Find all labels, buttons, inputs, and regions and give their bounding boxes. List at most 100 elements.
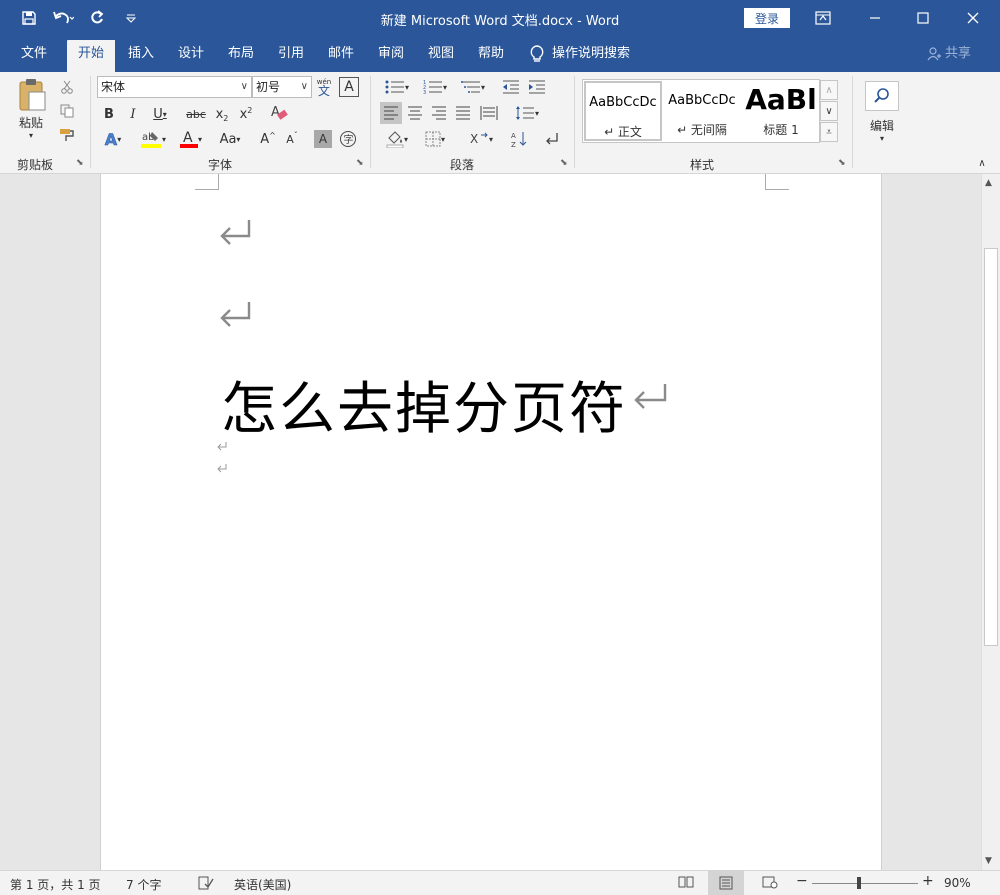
login-button[interactable]: 登录 (744, 8, 790, 28)
close-icon[interactable] (950, 0, 996, 36)
scroll-up-icon[interactable]: ▲ (985, 178, 992, 188)
show-hide-marks-icon[interactable] (540, 128, 562, 150)
lightbulb-icon (530, 45, 544, 62)
editing-label: 编辑 (869, 119, 894, 133)
phonetic-guide-button[interactable]: wén 文 (314, 76, 334, 98)
increase-indent-icon[interactable] (526, 76, 548, 98)
style-heading-1[interactable]: AaBl 标题 1 (743, 81, 819, 141)
align-left-icon[interactable] (380, 102, 402, 124)
tab-references[interactable]: 引用 (268, 40, 314, 72)
paste-button[interactable]: 粘贴 ▾ (12, 78, 50, 140)
scrollbar-thumb[interactable] (984, 248, 998, 646)
line-spacing-icon[interactable]: ▾ (510, 102, 544, 124)
tab-mailings[interactable]: 邮件 (318, 40, 364, 72)
bullets-icon[interactable]: ▾ (380, 76, 414, 98)
collapse-ribbon-icon[interactable]: ∧ (974, 156, 990, 170)
tell-me-search[interactable]: 操作说明搜索 (530, 40, 630, 68)
align-center-icon[interactable] (404, 102, 426, 124)
vertical-scrollbar[interactable]: ▲ ▼ (981, 174, 1000, 870)
shrink-font-icon[interactable]: Aˇ (282, 128, 302, 150)
distributed-icon[interactable] (478, 102, 500, 124)
tab-file[interactable]: 文件 (8, 40, 60, 72)
clipboard-launcher-icon[interactable]: ⬊ (76, 158, 86, 168)
tab-help[interactable]: 帮助 (468, 40, 514, 72)
copy-icon[interactable] (58, 102, 76, 120)
page-count[interactable]: 第 1 页，共 1 页 (10, 876, 101, 893)
subscript-icon[interactable]: x2 (212, 104, 232, 124)
tab-design[interactable]: 设计 (168, 40, 214, 72)
document-heading[interactable]: 怎么去掉分页符 (221, 364, 627, 445)
highlight-color-icon[interactable]: ab ▾ (136, 128, 170, 150)
styles-launcher-icon[interactable]: ⬊ (838, 158, 848, 168)
paragraph-mark-icon (220, 302, 251, 327)
grow-font-icon[interactable]: A ^ (258, 128, 278, 150)
multilevel-list-icon[interactable]: ▾ (456, 76, 490, 98)
tab-review[interactable]: 审阅 (368, 40, 414, 72)
paragraph-mark-icon (220, 220, 251, 245)
strikethrough-icon[interactable]: abc (184, 104, 208, 124)
phonetic-bottom: 文 (317, 84, 330, 98)
person-icon (927, 47, 941, 61)
paste-label: 粘贴 (18, 116, 43, 130)
font-name-combo[interactable]: 宋体 ∨ (97, 76, 252, 98)
tab-view[interactable]: 视图 (418, 40, 464, 72)
font-launcher-icon[interactable]: ⬊ (356, 158, 366, 168)
clear-formatting-icon[interactable]: A (268, 102, 290, 124)
superscript-icon[interactable]: x2 (236, 104, 256, 124)
underline-icon[interactable]: U ▾ (148, 104, 172, 124)
justify-icon[interactable] (452, 102, 474, 124)
paragraph-launcher-icon[interactable]: ⬊ (560, 158, 570, 168)
clipboard-group-label: 剪贴板 (16, 158, 53, 172)
ribbon-display-options-icon[interactable] (800, 0, 846, 36)
styles-scroll-up-icon[interactable]: ∧ (820, 80, 838, 100)
shading-icon[interactable]: ▾ (380, 128, 414, 150)
enclose-characters-icon[interactable]: 字 (338, 129, 358, 149)
asian-layout-icon[interactable]: X ▾ (464, 128, 498, 150)
cut-icon[interactable] (58, 78, 76, 96)
change-case-icon[interactable]: Aa ▾ (212, 128, 248, 150)
paragraph-group-label: 段落 (449, 158, 474, 172)
text-effects-icon[interactable]: A ▾ (100, 128, 126, 150)
tab-home[interactable]: 开始 (67, 40, 115, 72)
print-layout-button[interactable] (708, 871, 744, 895)
share-button[interactable]: 共享 (927, 40, 971, 68)
format-painter-icon[interactable] (58, 126, 76, 144)
bold-icon[interactable]: B (100, 104, 118, 124)
chevron-down-icon: ∨ (300, 81, 308, 92)
numbering-icon[interactable]: 1 2 3 ▾ (418, 76, 452, 98)
scroll-down-icon[interactable]: ▼ (985, 856, 992, 866)
styles-more-icon[interactable]: ⩡ (820, 122, 838, 142)
styles-scroll-down-icon[interactable]: ∨ (820, 101, 838, 121)
paragraph-mark-icon (634, 384, 667, 409)
italic-icon[interactable]: I (124, 104, 142, 124)
zoom-slider-thumb[interactable] (857, 877, 862, 889)
font-color-icon[interactable]: A ▾ (174, 128, 208, 150)
maximize-icon[interactable] (900, 0, 946, 36)
font-size-combo[interactable]: 初号 ∨ (252, 76, 312, 98)
document-area: 怎么去掉分页符 (0, 174, 981, 870)
document-page[interactable]: 怎么去掉分页符 (100, 174, 882, 870)
proofing-icon[interactable] (198, 876, 214, 893)
tab-layout[interactable]: 布局 (218, 40, 264, 72)
style-no-spacing[interactable]: AaBbCcDc ↵ 无间隔 (665, 81, 739, 141)
character-border-icon[interactable]: A (339, 77, 359, 97)
zoom-out-icon[interactable]: − (796, 873, 808, 889)
read-mode-icon[interactable] (678, 875, 694, 892)
align-right-icon[interactable] (428, 102, 450, 124)
zoom-level[interactable]: 90% (944, 876, 971, 890)
zoom-in-icon[interactable]: + (922, 873, 934, 889)
sort-icon[interactable]: AZ (508, 128, 530, 150)
tab-insert[interactable]: 插入 (118, 40, 164, 72)
chevron-down-icon: ∨ (240, 81, 248, 92)
borders-icon[interactable]: ▾ (418, 128, 452, 150)
decrease-indent-icon[interactable] (500, 76, 522, 98)
editing-button[interactable]: 编辑 ▾ (862, 78, 902, 146)
print-layout-icon (719, 876, 733, 890)
minimize-icon[interactable] (852, 0, 898, 36)
zoom-slider[interactable] (812, 877, 918, 889)
style-normal[interactable]: AaBbCcDc ↵ 正文 (584, 81, 662, 141)
character-shading-icon[interactable]: A (314, 130, 332, 148)
web-layout-icon[interactable] (762, 875, 778, 892)
language-status[interactable]: 英语(美国) (234, 876, 291, 893)
word-count[interactable]: 7 个字 (126, 876, 161, 893)
